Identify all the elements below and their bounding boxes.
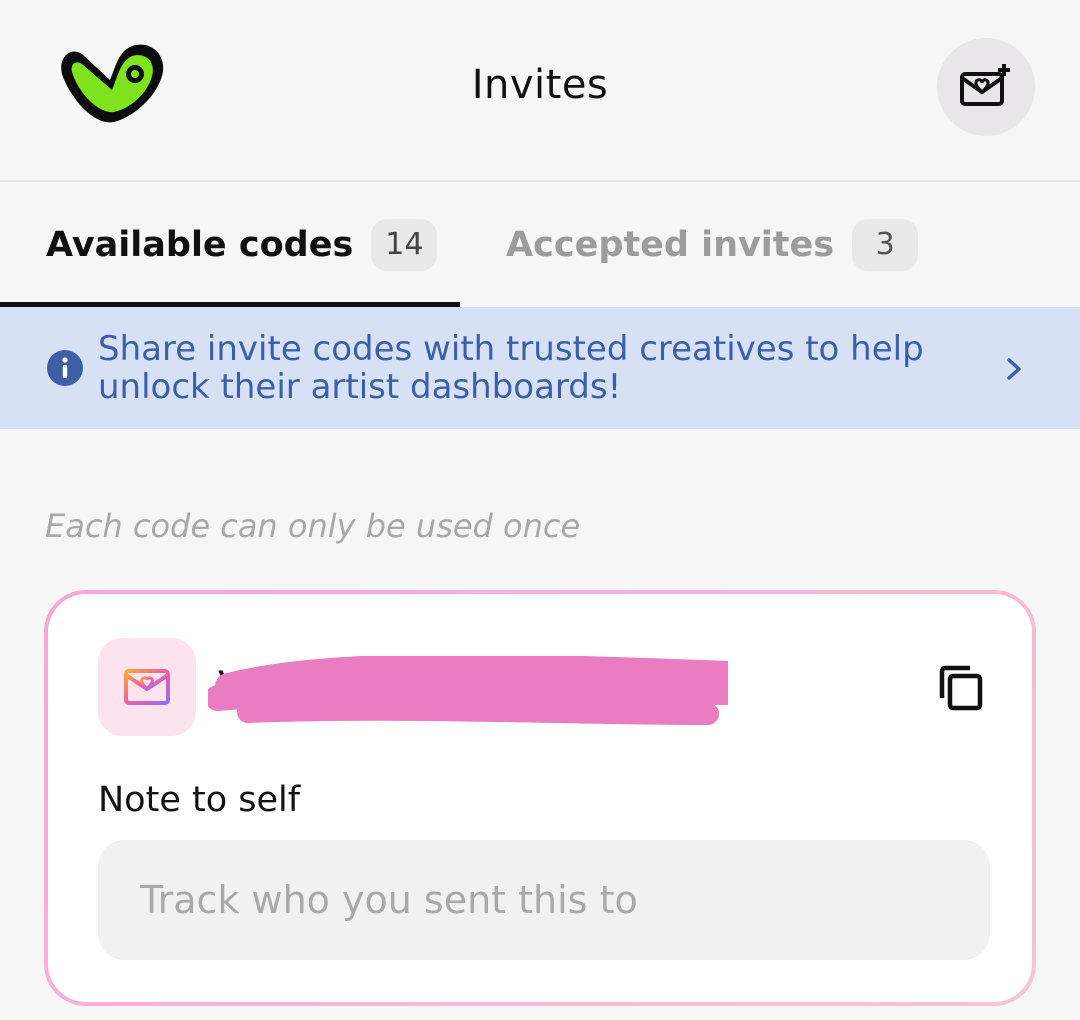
- send-invite-button[interactable]: [937, 38, 1035, 136]
- page-title: Invites: [471, 62, 609, 108]
- usage-hint: Each code can only be used once: [45, 507, 581, 545]
- redaction-scribble: [208, 656, 728, 725]
- invite-envelope-plus-icon: [960, 64, 1010, 106]
- invite-code-card: VO Note to self: [44, 590, 1036, 1006]
- invite-code-card-body: VO Note to self: [48, 594, 1032, 1002]
- note-to-self-input[interactable]: [98, 840, 990, 960]
- heart-envelope-icon: [124, 669, 170, 705]
- copy-icon[interactable]: [936, 662, 988, 714]
- code-icon-tile: [98, 638, 196, 736]
- app-header: Invites: [0, 0, 1080, 182]
- tab-bar: Available codes 14 Accepted invites 3: [0, 182, 1080, 307]
- tab-label: Available codes: [46, 224, 354, 265]
- banner-text: Share invite codes with trusted creative…: [98, 329, 924, 407]
- tab-accepted-invites[interactable]: Accepted invites 3: [506, 182, 919, 307]
- count-badge: 3: [852, 218, 919, 271]
- tab-label: Accepted invites: [506, 224, 835, 265]
- tab-available-codes[interactable]: Available codes 14: [0, 182, 460, 307]
- count-badge: 14: [371, 218, 438, 271]
- chevron-right-icon[interactable]: [1000, 354, 1028, 384]
- info-icon: [47, 350, 83, 386]
- note-label: Note to self: [98, 780, 301, 820]
